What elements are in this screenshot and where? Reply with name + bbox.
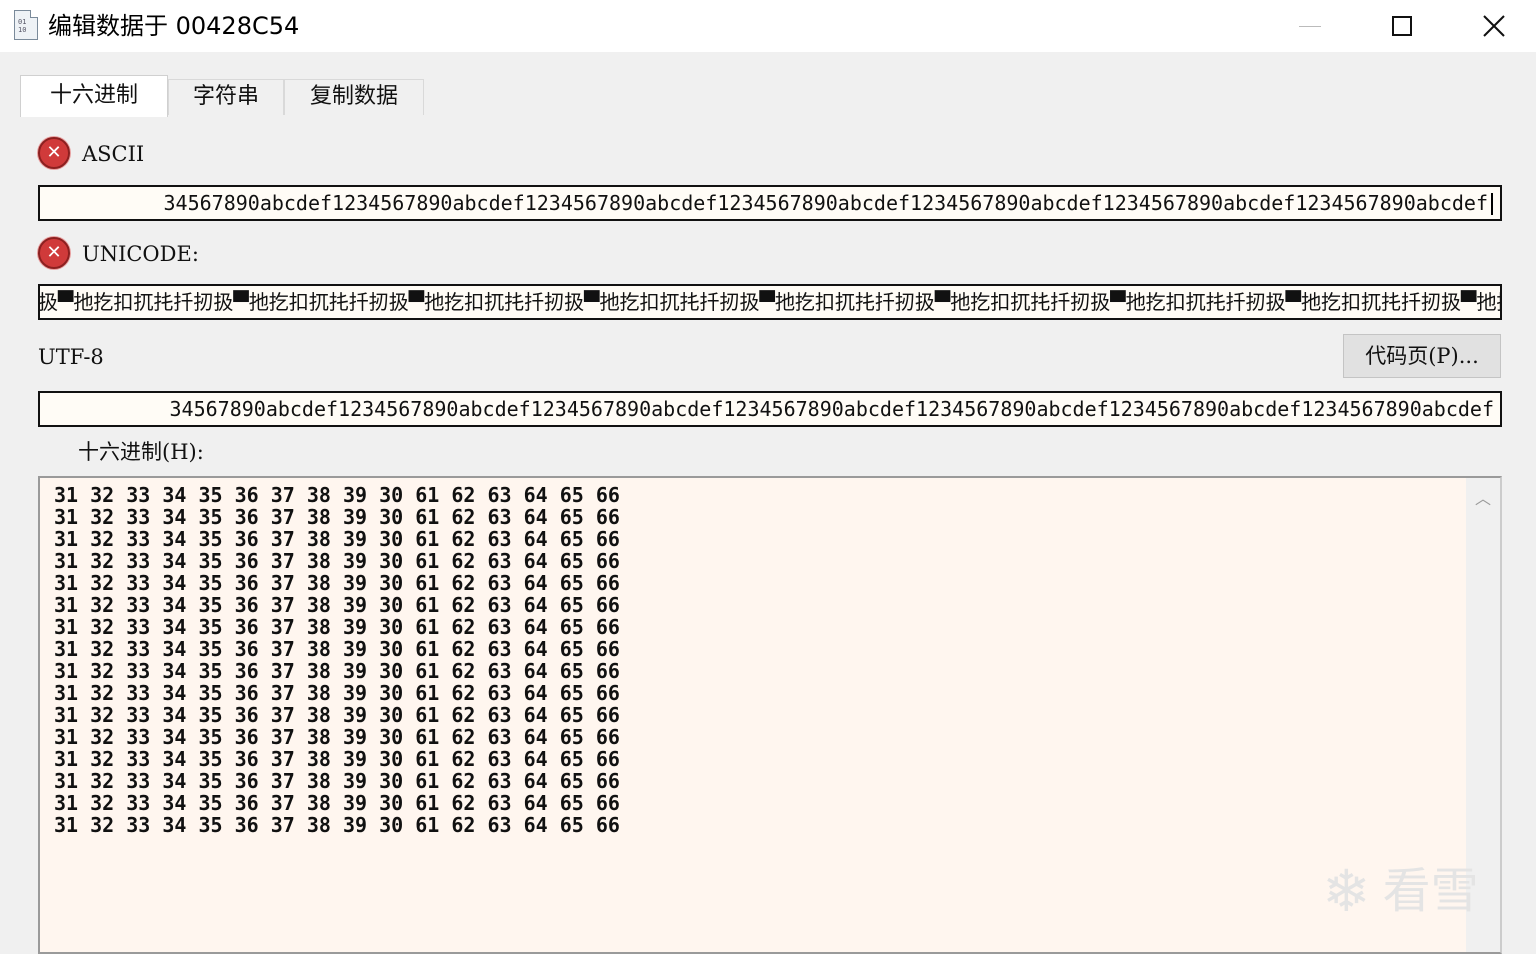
page-fold — [30, 10, 38, 18]
utf8-input-value: 34567890abcdef1234567890abcdef1234567890… — [169, 397, 1494, 421]
hex-line: 31 32 33 34 35 36 37 38 39 30 61 62 63 6… — [54, 549, 620, 573]
utf8-input[interactable]: 34567890abcdef1234567890abcdef1234567890… — [38, 391, 1502, 427]
close-icon — [1483, 15, 1505, 37]
snowflake-icon: ❄ — [1322, 857, 1371, 925]
unicode-input[interactable]: 扱▀扡扢扣扤扥扦扨扱▀扡扢扣扤扥扦扨扱▀扡扢扣扤扥扦扨扱▀扡扢扣扤扥扦扨扱▀扡扢… — [38, 284, 1502, 320]
hex-lines: 31 32 33 34 35 36 37 38 39 30 61 62 63 6… — [54, 484, 620, 836]
ascii-label: ASCII — [82, 142, 145, 166]
watermark-text: 看雪 — [1382, 863, 1479, 919]
close-button[interactable] — [1448, 0, 1536, 52]
hex-label: 十六进制(H): — [78, 440, 204, 464]
utf8-label: UTF-8 — [38, 345, 104, 369]
unicode-input-value: 扱▀扡扢扣扤扥扦扨扱▀扡扢扣扤扥扦扨扱▀扡扢扣扤扥扦扨扱▀扡扢扣扤扥扦扨扱▀扡扢… — [38, 290, 1502, 314]
minimize-icon — [1299, 25, 1321, 27]
tab-hex[interactable]: 十六进制 — [20, 75, 168, 117]
title-bar: 01 10 编辑数据于 00428C54 — [0, 0, 1536, 52]
tab-string[interactable]: 字符串 — [168, 79, 284, 115]
hex-line: 31 32 33 34 35 36 37 38 39 30 61 62 63 6… — [54, 747, 620, 771]
hex-editor[interactable]: 31 32 33 34 35 36 37 38 39 30 61 62 63 6… — [38, 476, 1502, 954]
ascii-input[interactable]: 34567890abcdef1234567890abcdef1234567890… — [38, 185, 1502, 221]
app-icon-glyph: 01 10 — [18, 18, 27, 34]
hex-line: 31 32 33 34 35 36 37 38 39 30 61 62 63 6… — [54, 505, 620, 529]
hex-line: 31 32 33 34 35 36 37 38 39 30 61 62 63 6… — [54, 725, 620, 749]
error-icon: ✕ — [38, 137, 70, 169]
maximize-icon — [1392, 16, 1412, 36]
hex-line: 31 32 33 34 35 36 37 38 39 30 61 62 63 6… — [54, 681, 620, 705]
hex-line: 31 32 33 34 35 36 37 38 39 30 61 62 63 6… — [54, 571, 620, 595]
unicode-label: UNICODE: — [82, 242, 199, 266]
hex-line: 31 32 33 34 35 36 37 38 39 30 61 62 63 6… — [54, 813, 620, 837]
hex-line: 31 32 33 34 35 36 37 38 39 30 61 62 63 6… — [54, 659, 620, 683]
hex-line: 31 32 33 34 35 36 37 38 39 30 61 62 63 6… — [54, 483, 620, 507]
minimize-button[interactable] — [1264, 0, 1356, 52]
hex-line: 31 32 33 34 35 36 37 38 39 30 61 62 63 6… — [54, 791, 620, 815]
hex-line: 31 32 33 34 35 36 37 38 39 30 61 62 63 6… — [54, 593, 620, 617]
hex-line: 31 32 33 34 35 36 37 38 39 30 61 62 63 6… — [54, 527, 620, 551]
window-title: 编辑数据于 00428C54 — [48, 12, 300, 40]
ascii-input-value: 34567890abcdef1234567890abcdef1234567890… — [163, 191, 1488, 215]
hex-line: 31 32 33 34 35 36 37 38 39 30 61 62 63 6… — [54, 769, 620, 793]
error-icon: ✕ — [38, 237, 70, 269]
text-caret — [1491, 193, 1493, 215]
scroll-up-icon[interactable]: ︿ — [1466, 486, 1500, 512]
hex-line: 31 32 33 34 35 36 37 38 39 30 61 62 63 6… — [54, 637, 620, 661]
maximize-button[interactable] — [1356, 0, 1448, 52]
tab-copy-data[interactable]: 复制数据 — [284, 79, 424, 115]
binary-file-icon: 01 10 — [14, 10, 38, 40]
hex-line: 31 32 33 34 35 36 37 38 39 30 61 62 63 6… — [54, 615, 620, 639]
watermark: ❄ 看雪 — [1322, 856, 1518, 926]
hex-line: 31 32 33 34 35 36 37 38 39 30 61 62 63 6… — [54, 703, 620, 727]
codepage-button[interactable]: 代码页(P)... — [1343, 334, 1501, 378]
